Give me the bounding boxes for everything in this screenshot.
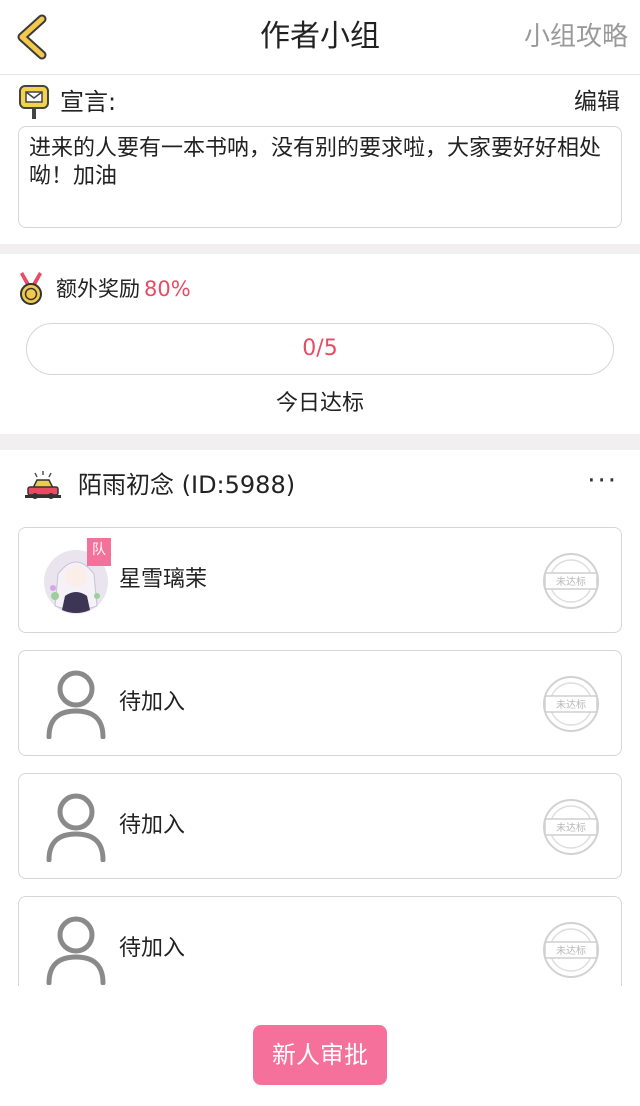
medal-icon <box>18 272 44 306</box>
not-met-stamp-icon: 未达标 <box>541 674 601 734</box>
not-met-stamp-icon: 未达标 <box>541 920 601 980</box>
manifesto-label: 宣言: <box>60 88 117 116</box>
member-name: 待加入 <box>119 813 186 838</box>
extra-reward-label: 额外奖励 80% <box>56 272 191 306</box>
stamp-text: 未达标 <box>556 822 586 834</box>
edit-manifesto-button[interactable]: 编辑 <box>574 84 620 120</box>
car-icon <box>24 470 62 500</box>
not-met-stamp-icon: 未达标 <box>541 551 601 611</box>
stamp-text: 未达标 <box>556 945 586 957</box>
header-bar: 作者小组 小组攻略 <box>0 0 640 75</box>
section-divider <box>0 244 640 254</box>
progress-bar: 0/5 <box>26 323 614 375</box>
member-card[interactable]: 待加入 未达标 <box>18 650 622 756</box>
member-name: 星雪璃茉 <box>119 567 208 592</box>
extra-reward-text: 额外奖励 <box>56 277 140 301</box>
extra-reward-percent: 80% <box>144 277 191 301</box>
stamp-text: 未达标 <box>556 576 586 588</box>
not-met-stamp-icon: 未达标 <box>541 797 601 857</box>
stamp-text: 未达标 <box>556 699 586 711</box>
team-name: 陌雨初念 (ID:5988) <box>78 471 296 499</box>
section-divider <box>0 434 640 450</box>
captain-badge: 队 <box>87 538 111 566</box>
member-name: 待加入 <box>119 690 186 715</box>
today-target-label: 今日达标 <box>275 391 364 416</box>
progress-text: 0/5 <box>302 336 338 361</box>
new-member-approval-button[interactable]: 新人审批 <box>253 1025 387 1085</box>
empty-avatar-icon <box>43 913 109 986</box>
more-options-button[interactable]: ··· <box>587 466 618 504</box>
empty-avatar-icon <box>43 667 109 740</box>
member-card[interactable]: 待加入 未达标 <box>18 773 622 879</box>
empty-avatar-icon <box>43 790 109 863</box>
manifesto-text: 进来的人要有一本书呐，没有别的要求啦，大家要好好相处呦！加油 <box>18 126 622 228</box>
group-strategy-link[interactable]: 小组攻略 <box>524 0 628 74</box>
member-card[interactable]: 队 星雪璃茉 未达标 <box>18 527 622 633</box>
mailbox-icon <box>18 84 50 120</box>
